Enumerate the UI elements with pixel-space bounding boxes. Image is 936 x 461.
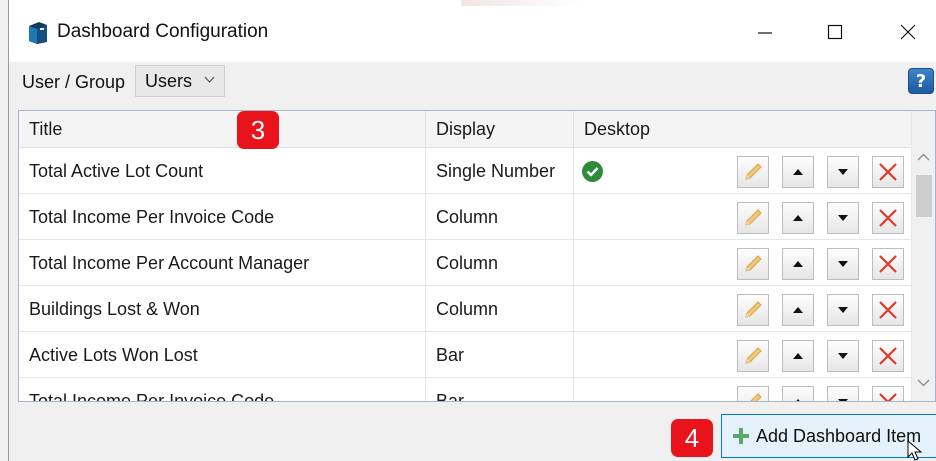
move-up-button[interactable] (782, 386, 814, 401)
edit-button[interactable] (737, 294, 769, 326)
pencil-icon (745, 163, 762, 180)
check-circle-icon (582, 161, 603, 182)
row-title: Active Lots Won Lost (19, 332, 426, 378)
row-title: Total Active Lot Count (19, 148, 426, 194)
arrow-down-icon (838, 261, 848, 267)
edit-button[interactable] (737, 386, 769, 401)
row-title: Total Income Per Invoice Code (19, 194, 426, 240)
minimize-button[interactable] (742, 14, 788, 50)
delete-x-icon (879, 163, 897, 181)
user-group-value: Users (145, 70, 193, 91)
arrow-up-icon (793, 261, 803, 267)
scrollbar-thumb[interactable] (916, 175, 932, 217)
column-header-title[interactable]: Title (19, 111, 426, 148)
move-up-button[interactable] (782, 294, 814, 326)
pencil-icon (745, 347, 762, 364)
title-bar: Dashboard Configuration (9, 0, 936, 62)
delete-x-icon (879, 209, 897, 227)
close-button[interactable] (885, 14, 931, 50)
scroll-down-icon[interactable] (917, 379, 930, 387)
pencil-icon (745, 255, 762, 272)
row-display: Bar (426, 378, 574, 401)
row-title: Buildings Lost & Won (19, 286, 426, 332)
row-title: Total Income Per Account Manager (19, 240, 426, 286)
move-up-button[interactable] (782, 340, 814, 372)
delete-button[interactable] (872, 294, 904, 326)
close-icon (900, 24, 916, 40)
arrow-down-icon (838, 215, 848, 221)
delete-x-icon (879, 301, 897, 319)
move-down-button[interactable] (827, 294, 859, 326)
annotation-badge-4: 4 (671, 419, 713, 457)
row-title: Total Income Per Invoice Code (19, 378, 426, 401)
minimize-icon (758, 32, 772, 34)
arrow-down-icon (838, 399, 848, 401)
maximize-button[interactable] (812, 14, 858, 50)
user-group-select[interactable]: Users (135, 65, 225, 97)
move-down-button[interactable] (827, 202, 859, 234)
pencil-icon (750, 393, 762, 401)
chevron-down-icon (204, 76, 215, 83)
table-row[interactable]: Total Income Per Invoice Code Bar (19, 378, 911, 401)
annotation-badge-3: 3 (237, 111, 279, 149)
row-display: Column (426, 240, 574, 286)
move-up-button[interactable] (782, 248, 814, 280)
dashboard-configuration-window: Dashboard Configuration User / Group Use… (8, 0, 936, 461)
maximize-icon (827, 24, 843, 40)
delete-button[interactable] (872, 340, 904, 372)
delete-button[interactable] (872, 202, 904, 234)
table-row[interactable]: Active Lots Won Lost Bar (19, 332, 911, 378)
column-header-desktop[interactable]: Desktop (574, 111, 911, 148)
delete-button[interactable] (872, 248, 904, 280)
arrow-down-icon (838, 169, 848, 175)
background-strip (461, 0, 581, 6)
move-up-button[interactable] (782, 202, 814, 234)
column-header-display[interactable]: Display (426, 111, 574, 148)
delete-x-icon (879, 347, 897, 365)
table-row[interactable]: Buildings Lost & Won Column (19, 286, 911, 332)
table-row[interactable]: Total Income Per Account Manager Column (19, 240, 911, 286)
edit-button[interactable] (737, 202, 769, 234)
arrow-up-icon (793, 169, 803, 175)
edit-button[interactable] (737, 340, 769, 372)
app-logo-icon (29, 22, 47, 44)
vertical-scrollbar[interactable] (911, 111, 935, 401)
dashboard-items-grid: Title Display Desktop Total Active Lot C… (18, 110, 936, 402)
help-icon[interactable]: ? (908, 68, 934, 94)
move-down-button[interactable] (827, 386, 859, 401)
arrow-up-icon (793, 353, 803, 359)
arrow-up-icon (793, 215, 803, 221)
pencil-icon (745, 209, 762, 226)
scroll-up-icon[interactable] (917, 153, 930, 161)
arrow-up-icon (796, 399, 800, 401)
arrow-down-icon (838, 307, 848, 313)
row-display: Single Number (426, 148, 574, 194)
delete-x-icon (879, 255, 897, 273)
edit-button[interactable] (737, 248, 769, 280)
pencil-icon (745, 301, 762, 318)
arrow-up-icon (793, 307, 803, 313)
grid-header: Title Display Desktop (19, 111, 911, 148)
delete-button[interactable] (872, 386, 904, 401)
move-up-button[interactable] (782, 156, 814, 188)
user-group-label: User / Group (22, 72, 126, 92)
add-dashboard-item-label: Add Dashboard Item (756, 425, 922, 446)
help-glyph: ? (915, 70, 927, 92)
row-display: Column (426, 286, 574, 332)
mouse-cursor-icon (907, 440, 923, 461)
move-down-button[interactable] (827, 156, 859, 188)
move-down-button[interactable] (827, 248, 859, 280)
delete-button[interactable] (872, 156, 904, 188)
row-display: Column (426, 194, 574, 240)
add-dashboard-item-button[interactable]: Add Dashboard Item (721, 414, 936, 458)
table-row[interactable]: Total Active Lot Count Single Number (19, 148, 911, 194)
plus-icon (733, 428, 749, 444)
table-row[interactable]: Total Income Per Invoice Code Column (19, 194, 911, 240)
edit-button[interactable] (737, 156, 769, 188)
delete-x-icon (879, 393, 897, 401)
arrow-down-icon (838, 353, 848, 359)
row-display: Bar (426, 332, 574, 378)
move-down-button[interactable] (827, 340, 859, 372)
window-title: Dashboard Configuration (57, 21, 269, 42)
